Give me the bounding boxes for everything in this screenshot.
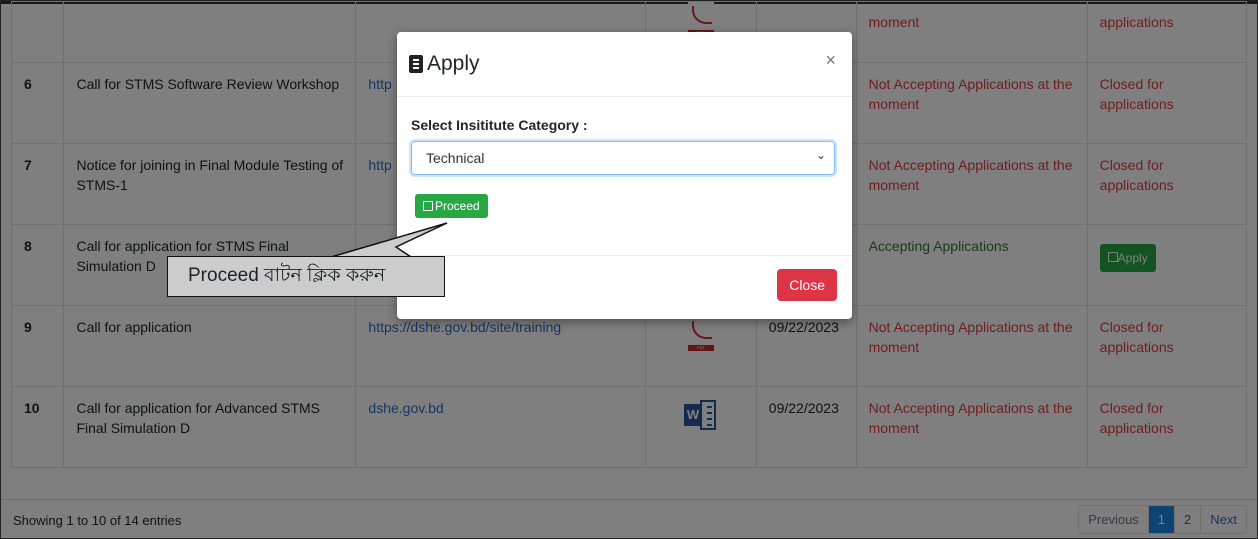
institute-category-label: Select Insititute Category : (411, 117, 588, 133)
institute-category-select[interactable]: Technical ⌄ (411, 141, 835, 175)
id-card-icon (409, 55, 423, 73)
close-icon[interactable]: × (825, 50, 836, 71)
close-button[interactable]: Close (777, 269, 837, 301)
apply-modal: Apply × Select Insititute Category : Tec… (397, 32, 852, 319)
modal-header: Apply × (397, 32, 852, 97)
proceed-button[interactable]: Proceed (415, 194, 488, 218)
edit-icon (423, 201, 433, 211)
modal-title: Apply (409, 52, 480, 76)
chevron-down-icon: ⌄ (815, 148, 826, 162)
instruction-callout: Proceed বাটন ক্লিক করুন (167, 256, 445, 297)
modal-body: Select Insititute Category : Technical ⌄… (397, 97, 852, 256)
page-frame: PDF moment applications 6 Call for STMS … (0, 0, 1258, 539)
